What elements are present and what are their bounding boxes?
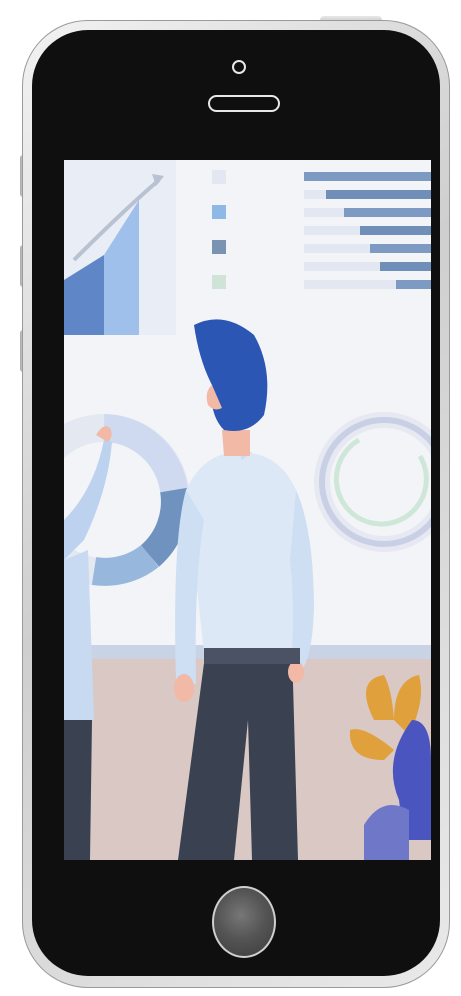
home-button-icon[interactable] bbox=[212, 886, 276, 958]
speaker-icon bbox=[208, 95, 280, 112]
phone-mockup bbox=[0, 0, 461, 996]
camera-icon bbox=[232, 60, 246, 74]
phone-screen bbox=[64, 160, 431, 860]
illustration bbox=[64, 160, 431, 860]
